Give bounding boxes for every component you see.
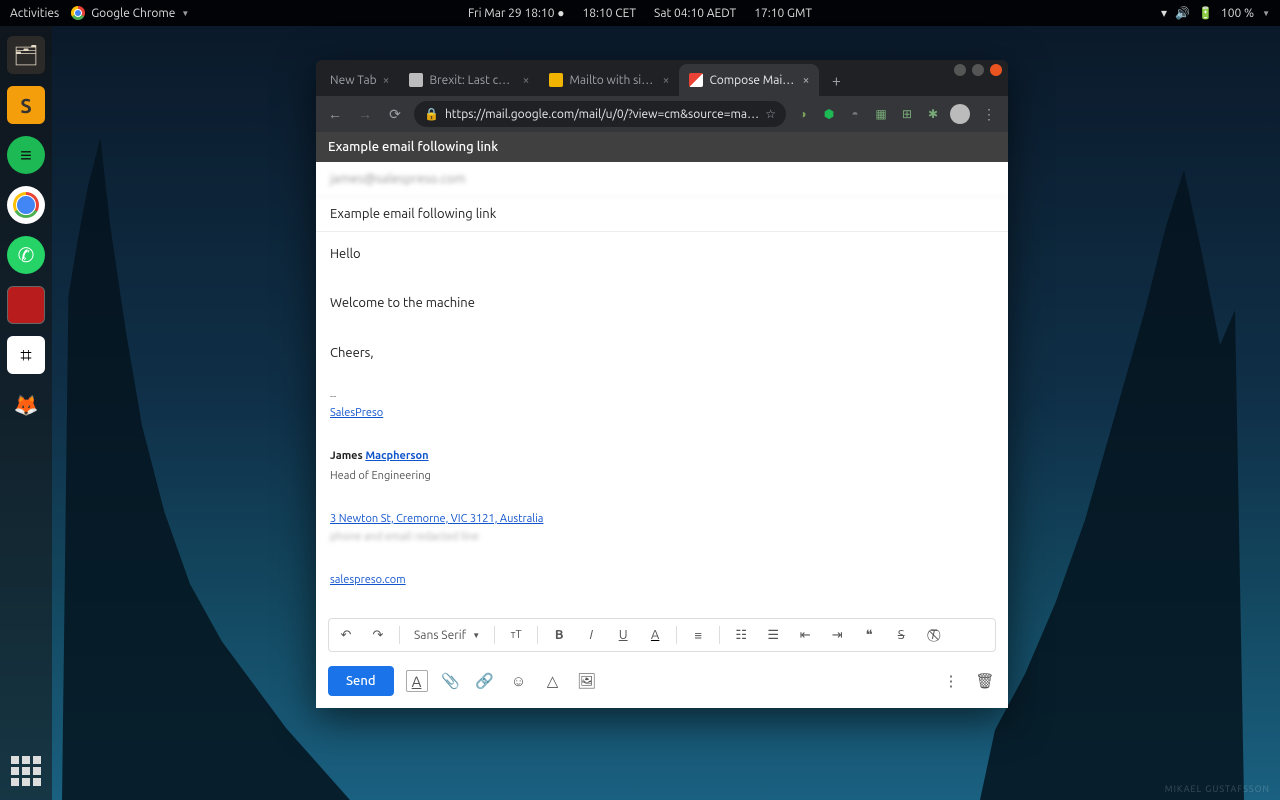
insert-link-button[interactable]: 🔗 <box>474 670 496 692</box>
reload-button[interactable]: ⟳ <box>384 103 406 125</box>
extension-icon[interactable]: ⊞ <box>898 105 916 123</box>
quote-button[interactable]: ❝ <box>858 623 880 647</box>
text-color-button[interactable]: A <box>644 623 666 647</box>
network-icon: ▾ <box>1161 6 1167 20</box>
clock-extra: Sat 04:10 AEDT <box>654 7 736 20</box>
extension-icon[interactable]: ⬢ <box>820 105 838 123</box>
files-app-icon[interactable]: 🗂 <box>7 36 45 74</box>
signature-address-link[interactable]: 3 Newton St, Cremorne, VIC 3121, Austral… <box>330 513 543 525</box>
bold-button[interactable]: B <box>548 623 570 647</box>
back-button[interactable]: ← <box>324 103 346 125</box>
bullet-list-button[interactable]: ☰ <box>762 623 784 647</box>
browser-tab[interactable]: Compose Mail - james… × <box>679 64 819 96</box>
indent-more-button[interactable]: ⇥ <box>826 623 848 647</box>
spotify-icon[interactable]: ≡ <box>7 136 45 174</box>
sublime-icon[interactable]: S <box>7 86 45 124</box>
app-icon[interactable] <box>7 286 45 324</box>
window-minimize[interactable] <box>954 64 966 76</box>
send-button[interactable]: Send <box>328 666 394 696</box>
subject-field[interactable]: Example email following link <box>316 197 1008 232</box>
recipients-field[interactable]: james@salespreso.com <box>316 162 1008 197</box>
chevron-down-icon: ▼ <box>181 9 189 18</box>
redo-button[interactable]: ↷ <box>367 623 389 647</box>
battery-icon: 🔋 <box>1198 6 1213 20</box>
send-row: Send A 📎 🔗 ☺ △ 🖼 ⋮ 🗑 <box>316 658 1008 708</box>
underline-button[interactable]: U <box>612 623 634 647</box>
browser-tab[interactable]: Mailto with signature… × <box>539 64 679 96</box>
volume-icon: 🔊 <box>1175 6 1190 20</box>
app-menu[interactable]: Google Chrome ▼ <box>71 6 189 20</box>
browser-tab[interactable]: Brexit: Last chance to… × <box>399 64 539 96</box>
numbered-list-button[interactable]: ☷ <box>730 623 752 647</box>
slack-icon[interactable]: ⌗ <box>7 336 45 374</box>
tab-strip: New Tab × Brexit: Last chance to… × Mail… <box>316 60 1008 96</box>
forward-button[interactable]: → <box>354 103 376 125</box>
chrome-window: New Tab × Brexit: Last chance to… × Mail… <box>316 60 1008 708</box>
window-close[interactable] <box>990 64 1002 76</box>
signature-company-link[interactable]: SalesPreso <box>330 407 383 419</box>
signature-name-link[interactable]: Macpherson <box>365 450 428 462</box>
ubuntu-dock: 🗂 S ≡ ✆ ⌗ 🦊 <box>0 26 52 800</box>
clear-formatting-button[interactable]: T⃠ <box>922 623 944 647</box>
italic-button[interactable]: I <box>580 623 602 647</box>
address-bar-row: ← → ⟳ 🔒 https://mail.google.com/mail/u/0… <box>316 96 1008 132</box>
strikethrough-button[interactable]: S <box>890 623 912 647</box>
system-tray[interactable]: ▾ 🔊 🔋 100 % ▼ <box>1161 6 1270 20</box>
drive-button[interactable]: △ <box>542 670 564 692</box>
lock-icon: 🔒 <box>424 107 439 121</box>
chrome-menu-button[interactable]: ⋮ <box>978 103 1000 125</box>
chevron-down-icon: ▼ <box>1262 9 1270 18</box>
indent-less-button[interactable]: ⇤ <box>794 623 816 647</box>
browser-tab[interactable]: New Tab × <box>320 64 399 96</box>
more-options-button[interactable]: ⋮ <box>940 670 962 692</box>
new-tab-button[interactable]: + <box>823 68 849 94</box>
attach-button[interactable]: 📎 <box>440 670 462 692</box>
chrome-dock-icon[interactable] <box>7 186 45 224</box>
clock-extra: 18:10 CET <box>582 7 636 20</box>
extension-icon[interactable]: ◑ <box>794 105 812 123</box>
chrome-icon <box>71 6 85 20</box>
formatting-toolbar: ↶ ↷ Sans Serif▼ тT B I U A ≡ ☷ ☰ ⇤ ⇥ ❝ S… <box>328 618 996 652</box>
clock-extra: 17:10 GMT <box>754 7 812 20</box>
close-icon[interactable]: × <box>803 74 810 87</box>
font-selector[interactable]: Sans Serif▼ <box>410 629 484 642</box>
compose-body: james@salespreso.com Example email follo… <box>316 162 1008 708</box>
address-bar[interactable]: 🔒 https://mail.google.com/mail/u/0/?view… <box>414 101 786 127</box>
gnome-top-bar: Activities Google Chrome ▼ Fri Mar 29 18… <box>0 0 1280 26</box>
favicon <box>409 73 423 87</box>
signature-site-link[interactable]: salespreso.com <box>330 574 406 586</box>
font-size-button[interactable]: тT <box>505 623 527 647</box>
emoji-button[interactable]: ☺ <box>508 670 530 692</box>
gimp-icon[interactable]: 🦊 <box>7 386 45 424</box>
gmail-icon <box>689 73 703 87</box>
close-icon[interactable]: × <box>383 74 390 87</box>
email-body-editor[interactable]: Hello Welcome to the machine Cheers, -- … <box>316 232 1008 618</box>
wallpaper-credit: MIKAEL GUSTAFSSON <box>1165 784 1270 794</box>
battery-percent: 100 % <box>1221 7 1254 20</box>
extension-icon[interactable]: ◓ <box>846 105 864 123</box>
whatsapp-icon[interactable]: ✆ <box>7 236 45 274</box>
window-maximize[interactable] <box>972 64 984 76</box>
extension-icon[interactable]: ▦ <box>872 105 890 123</box>
align-button[interactable]: ≡ <box>687 623 709 647</box>
close-icon[interactable]: × <box>523 74 530 87</box>
discard-draft-button[interactable]: 🗑 <box>974 670 996 692</box>
compose-title-bar: Example email following link <box>316 132 1008 162</box>
profile-avatar[interactable] <box>950 104 970 124</box>
favicon <box>549 73 563 87</box>
undo-button[interactable]: ↶ <box>335 623 357 647</box>
star-icon[interactable]: ☆ <box>765 107 776 121</box>
activities-button[interactable]: Activities <box>10 7 59 20</box>
close-icon[interactable]: × <box>663 74 670 87</box>
clock-primary[interactable]: Fri Mar 29 18:10 ● <box>468 6 565 20</box>
show-applications-button[interactable] <box>11 756 41 786</box>
extension-icon[interactable]: ✱ <box>924 105 942 123</box>
formatting-toggle-button[interactable]: A <box>406 670 428 692</box>
insert-photo-button[interactable]: 🖼 <box>576 670 598 692</box>
